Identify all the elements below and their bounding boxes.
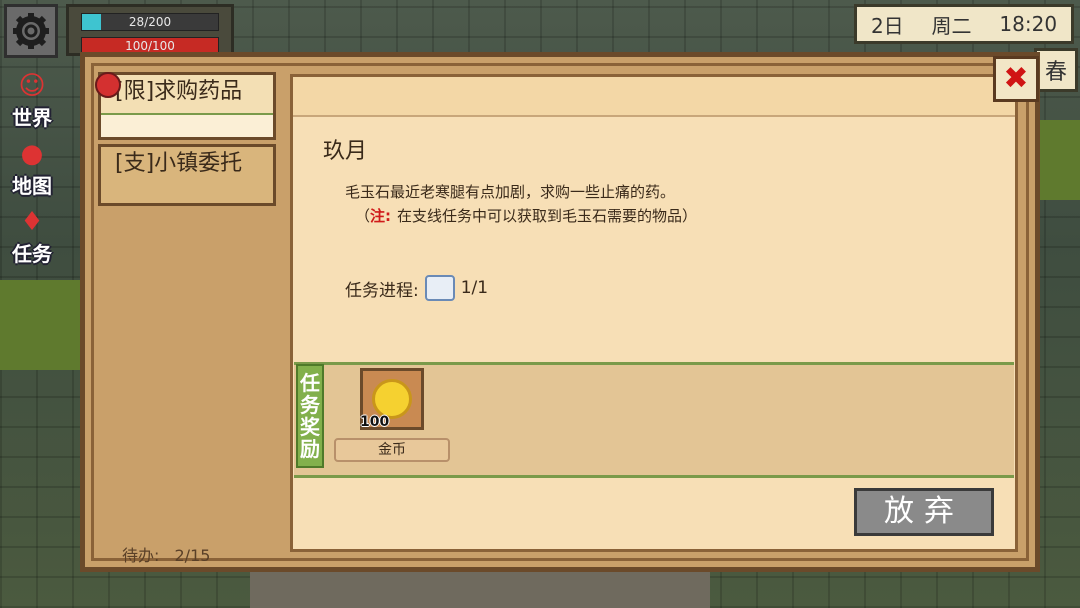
quest-tab-limited[interactable]: [限]求购药品 [98,72,276,140]
quest-tab-label: [限]求购药品 [115,79,243,104]
nav-quest-button[interactable]: ♦ 任务 [2,206,62,274]
stamina-text: 28/200 [128,15,172,29]
map-pin-icon: ● [20,139,44,169]
quest-tab-label: [支]小镇委托 [115,151,243,176]
stone-wall [250,570,710,608]
people-icon: ☺ [18,71,46,101]
progress-label: 任务进程: [345,280,419,301]
pending-count: 2/15 [174,546,211,565]
reward-name: 金币 [334,438,450,462]
player-stats-panel: 28/200 100/100 [66,4,234,56]
progress-value: 1/1 [460,278,489,298]
side-navigation: ☺ 世界 ● 地图 ♦ 任务 [2,70,62,274]
quest-description: 毛玉石最近老寒腿有点加剧，求购一些止痛的药。 [345,183,676,201]
quest-marker-icon: ♦ [20,207,44,237]
quest-progress: 任务进程: 1/1 [345,275,488,301]
gold-coin-icon [372,379,412,419]
date-weekday: 周二 [931,13,972,38]
grass-patch [0,280,80,370]
quest-list: [限]求购药品 [支]小镇委托 [92,66,286,566]
settings-button[interactable] [4,4,58,58]
medicine-icon [424,275,455,301]
reward-count: 100 [360,414,390,430]
gear-icon [13,13,49,49]
nav-quest-label: 任务 [12,242,52,266]
close-icon: ✖ [1003,61,1029,96]
stamina-bar: 28/200 [81,13,219,31]
note-open: （ [355,207,371,225]
rewards-label: 任务奖励 [296,364,324,468]
quest-tab-side[interactable]: [支]小镇委托 [98,144,276,206]
season-indicator: 春 [1034,48,1078,92]
date-time: 18:20 [999,12,1058,36]
grass-patch [1040,120,1080,200]
pending-counter: 待办: 2/15 [122,542,210,566]
nav-map-button[interactable]: ● 地图 [2,138,62,206]
date-day: 2日 [870,13,904,38]
detail-header [293,77,1015,117]
note-text: 在支线任务中可以获取到毛玉石需要的物品） [397,207,698,225]
abandon-button[interactable]: 放弃 [854,488,994,536]
note-prefix: 注: [370,207,392,225]
pending-label: 待办: [122,546,160,565]
close-button[interactable]: ✖ [993,56,1039,102]
quest-note: （注: 在支线任务中可以获取到毛玉石需要的物品） [355,205,697,226]
tab-highlight [101,113,273,137]
npc-name: 玖月 [323,139,368,164]
quest-detail-panel: 玖月 毛玉石最近老寒腿有点加剧，求购一些止痛的药。 （注: 在支线任务中可以获取到… [290,74,1018,552]
nav-world-button[interactable]: ☺ 世界 [2,70,62,138]
notification-dot [95,72,121,98]
nav-world-label: 世界 [12,106,52,130]
date-time-display: 2日 周二 18:20 [854,4,1074,44]
nav-map-label: 地图 [12,174,52,198]
